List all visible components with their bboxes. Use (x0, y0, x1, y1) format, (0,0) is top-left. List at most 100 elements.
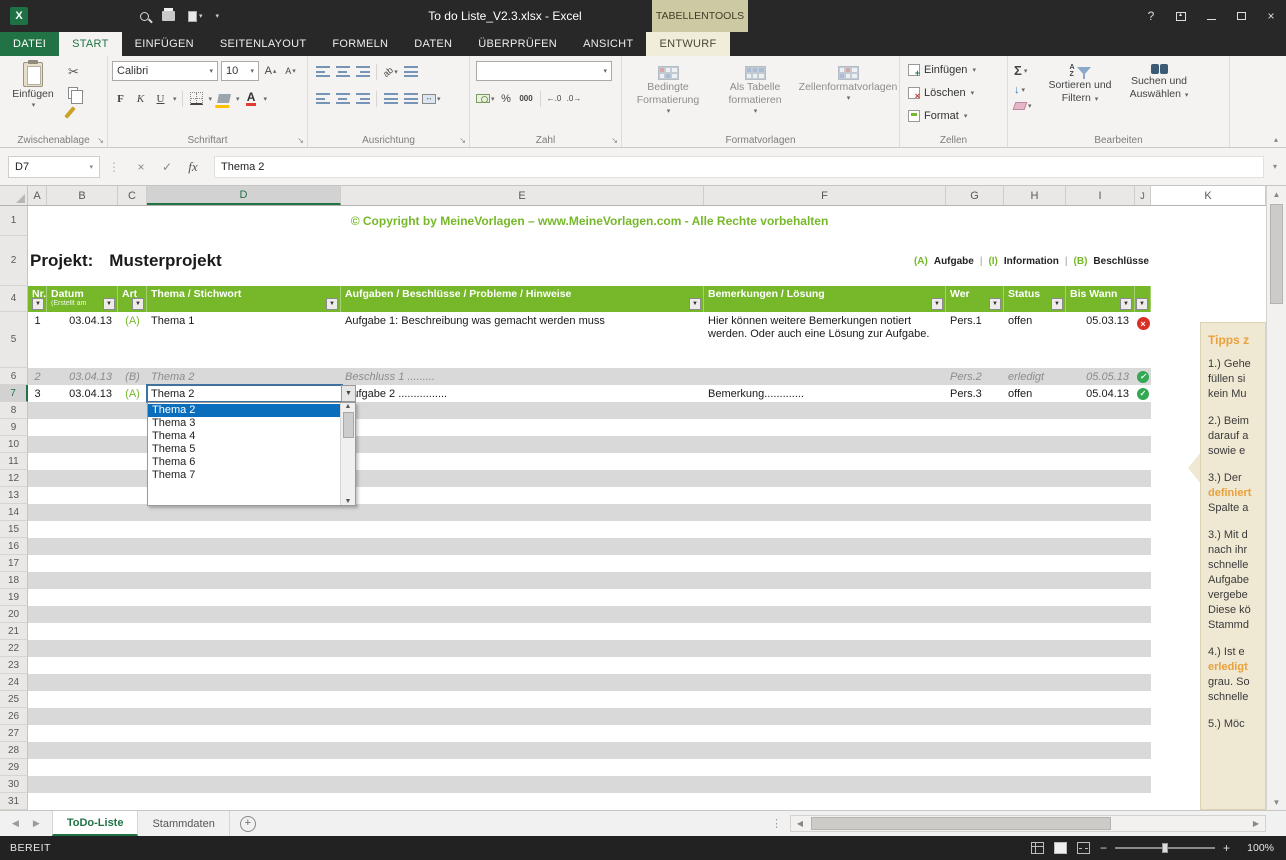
comma-style-button[interactable]: 000 (518, 90, 535, 107)
header-status[interactable]: Status▼ (1004, 286, 1066, 312)
column-header-k[interactable]: K (1151, 186, 1266, 205)
merge-center-button[interactable]: ↔▾ (422, 90, 441, 107)
underline-button[interactable]: U (152, 90, 169, 107)
align-center-button[interactable] (334, 90, 351, 107)
header-thema[interactable]: Thema / Stichwort▼ (147, 286, 341, 312)
tab-start[interactable]: START (59, 32, 122, 56)
delete-cells-button[interactable]: Löschen ▾ (908, 87, 974, 99)
cell-bis-wann[interactable]: 05.05.13 (1066, 368, 1135, 385)
find-select-button[interactable]: Suchen und Auswählen ▾ (1118, 60, 1200, 102)
cell-bis-wann[interactable]: 05.03.13 (1066, 312, 1135, 368)
sheet-nav-left-icon[interactable]: ◀ (12, 818, 19, 829)
row-header[interactable]: 28 (0, 742, 28, 759)
insert-function-button[interactable]: fx (180, 159, 206, 175)
cell-datum[interactable]: 03.04.13 (47, 312, 118, 368)
bold-button[interactable]: F (112, 90, 129, 107)
filter-icon[interactable]: ▼ (689, 298, 701, 310)
row-header[interactable]: 9 (0, 419, 28, 436)
table-band[interactable] (28, 504, 1151, 521)
row-header[interactable]: 14 (0, 504, 28, 521)
dialog-launcher-icon[interactable]: ↘ (611, 136, 618, 145)
dropdown-item[interactable]: Thema 6 (148, 456, 340, 469)
clear-button[interactable]: ▾ (1014, 102, 1032, 110)
header-wer[interactable]: Wer▼ (946, 286, 1004, 312)
cell-thema[interactable]: Thema 2 (147, 368, 341, 385)
filter-icon[interactable]: ▼ (1051, 298, 1063, 310)
row-header[interactable]: 13 (0, 487, 28, 504)
row-header[interactable]: 22 (0, 640, 28, 657)
number-format-select[interactable]: ▾ (476, 61, 612, 81)
table-band[interactable] (28, 538, 1151, 555)
table-band[interactable] (28, 742, 1151, 759)
dropdown-item[interactable]: Thema 3 (148, 417, 340, 430)
select-all-corner[interactable] (0, 186, 28, 205)
ribbon-display-options-button[interactable] (1166, 0, 1196, 32)
row-header[interactable]: 31 (0, 793, 28, 810)
borders-button[interactable] (188, 90, 205, 107)
page-break-view-icon[interactable] (1077, 842, 1090, 854)
accounting-format-button[interactable]: ▾ (476, 90, 495, 107)
customize-qat-button[interactable]: ▾ (216, 12, 220, 20)
align-middle-button[interactable] (334, 63, 351, 80)
cell-nr[interactable]: 3 (28, 385, 47, 402)
column-header-a[interactable]: A (28, 186, 47, 205)
table-band[interactable] (28, 623, 1151, 640)
fill-button[interactable]: ↓▾ (1014, 84, 1032, 96)
close-button[interactable]: × (1256, 0, 1286, 32)
cut-button[interactable]: ✂ (68, 64, 84, 80)
cell-status-icon[interactable]: × (1135, 312, 1151, 368)
scroll-thumb[interactable] (811, 817, 1111, 830)
sheet-tab-stammdaten[interactable]: Stammdaten (138, 811, 229, 836)
expand-formula-bar-icon[interactable]: ▾ (1264, 162, 1286, 171)
row-header[interactable]: 30 (0, 776, 28, 793)
copy-button[interactable]: ▾ (68, 87, 84, 99)
add-sheet-button[interactable]: + (240, 816, 256, 832)
dropdown-item[interactable]: Thema 7 (148, 469, 340, 482)
cell-bemerkungen[interactable] (704, 368, 946, 385)
sheet-tab-todo-liste[interactable]: ToDo-Liste (52, 811, 139, 836)
align-top-button[interactable] (314, 63, 331, 80)
name-box[interactable]: D7 ▾ (8, 156, 100, 178)
table-band[interactable] (28, 521, 1151, 538)
row-header[interactable]: 11 (0, 453, 28, 470)
enter-button[interactable]: ✓ (154, 160, 180, 174)
column-header-d[interactable]: D (147, 186, 341, 205)
help-button[interactable]: ? (1136, 0, 1166, 32)
row-header[interactable]: 16 (0, 538, 28, 555)
minimize-button[interactable] (1196, 0, 1226, 32)
percent-style-button[interactable]: % (498, 90, 515, 107)
tab-entwurf[interactable]: ENTWURF (646, 32, 729, 56)
table-band[interactable] (28, 555, 1151, 572)
row-header[interactable]: 4 (0, 286, 28, 312)
row-header[interactable]: 17 (0, 555, 28, 572)
align-right-button[interactable] (354, 90, 371, 107)
row-header[interactable]: 2 (0, 236, 28, 286)
increase-decimal-button[interactable]: ←.0 (546, 90, 563, 107)
scroll-down-icon[interactable]: ▼ (1273, 794, 1281, 810)
table-band[interactable] (28, 793, 1151, 810)
filter-icon[interactable]: ▼ (103, 298, 115, 310)
grow-font-button[interactable]: A▴ (262, 63, 279, 80)
table-band[interactable] (28, 776, 1151, 793)
sheet-nav-right-icon[interactable]: ▶ (33, 818, 40, 829)
cell-bemerkungen[interactable]: Bemerkung............. (704, 385, 946, 402)
filter-icon[interactable]: ▼ (989, 298, 1001, 310)
paste-button[interactable]: Einfügen ▾ (6, 58, 60, 109)
row-header[interactable]: 1 (0, 206, 28, 236)
row-header[interactable]: 15 (0, 521, 28, 538)
format-painter-button[interactable] (68, 106, 84, 119)
row-header[interactable]: 8 (0, 402, 28, 419)
cell-art[interactable]: (A) (118, 312, 147, 368)
filter-icon[interactable]: ▼ (1120, 298, 1132, 310)
cell-nr[interactable]: 1 (28, 312, 47, 368)
row-header[interactable]: 27 (0, 725, 28, 742)
header-bis-wann[interactable]: Bis Wann▼ (1066, 286, 1135, 312)
italic-button[interactable]: K (132, 90, 149, 107)
zoom-out-button[interactable]: − (1100, 841, 1107, 855)
table-band[interactable] (28, 640, 1151, 657)
vertical-scrollbar[interactable]: ▲ ▼ (1266, 186, 1286, 810)
row-header[interactable]: 19 (0, 589, 28, 606)
table-band[interactable] (28, 691, 1151, 708)
shrink-font-button[interactable]: A▾ (282, 63, 299, 80)
scroll-right-icon[interactable]: ▶ (1247, 816, 1265, 831)
